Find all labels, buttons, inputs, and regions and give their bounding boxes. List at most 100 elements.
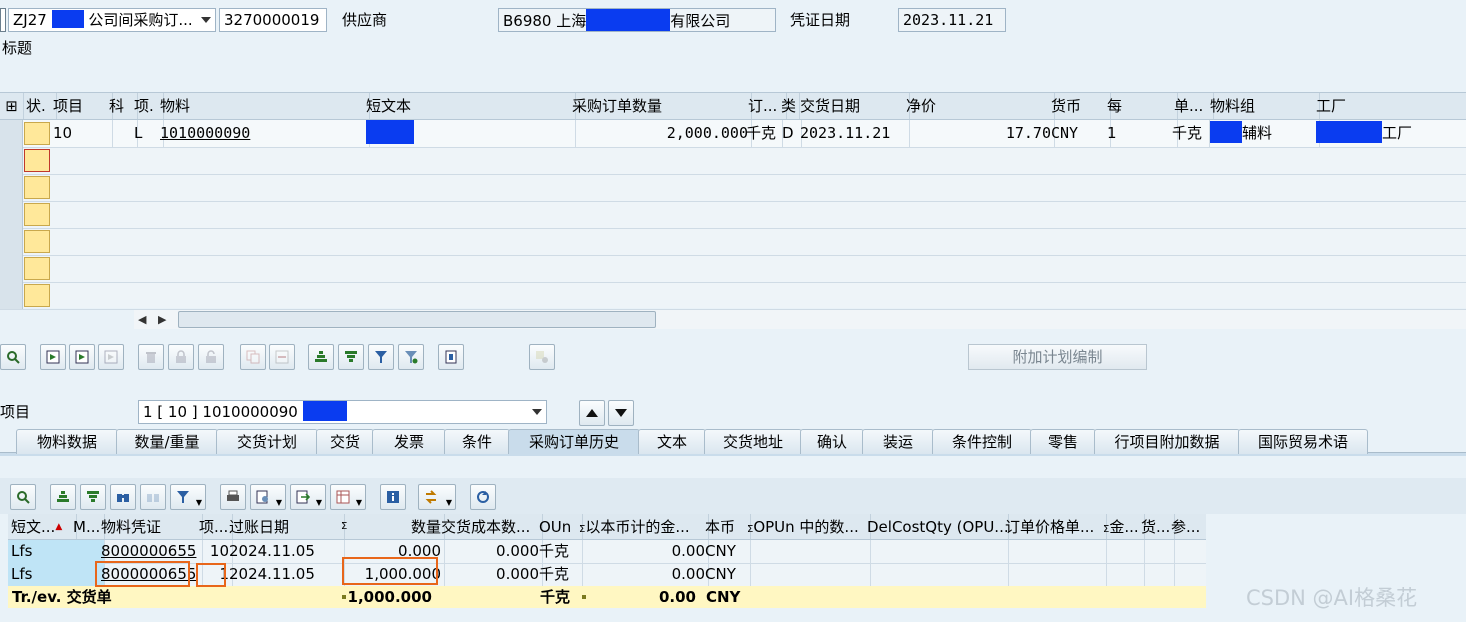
- hcol-mat-doc[interactable]: 物料凭证: [98, 514, 203, 539]
- tab-po-history[interactable]: 采购订单历史: [508, 429, 640, 454]
- cell-unit[interactable]: 千克: [745, 120, 783, 147]
- history-layout-button[interactable]: ▼: [330, 484, 366, 510]
- table-row[interactable]: [0, 255, 1466, 283]
- extra-schedule-button[interactable]: 附加计划编制: [968, 344, 1147, 370]
- cell-delivery-date[interactable]: 2023.11.21: [797, 120, 910, 147]
- status-field[interactable]: [24, 284, 50, 307]
- hcell-short[interactable]: Lfs: [8, 563, 77, 586]
- row-selector[interactable]: [0, 282, 23, 309]
- cell-item[interactable]: 10: [50, 120, 113, 147]
- mat-doc-link[interactable]: 8000000655: [101, 542, 196, 560]
- next-item-button[interactable]: [608, 400, 634, 426]
- tab-invoice[interactable]: 发票: [372, 429, 446, 454]
- doc-date-field[interactable]: 2023.11.21: [898, 8, 1006, 32]
- history-find-next-button[interactable]: [140, 484, 166, 510]
- cell-plant[interactable]: 工厂: [1313, 120, 1466, 147]
- history-export-button[interactable]: ▼: [290, 484, 326, 510]
- hcol-opun-qty[interactable]: ΣOPUn 中的数...: [744, 514, 871, 539]
- tab-shipping[interactable]: 装运: [862, 429, 934, 454]
- history-refresh-button[interactable]: [470, 484, 496, 510]
- lock-button[interactable]: [168, 344, 194, 370]
- col-per[interactable]: 每: [1104, 93, 1178, 119]
- col-delivery-date[interactable]: 交货日期: [797, 93, 910, 119]
- cell-mat-group[interactable]: 辅料: [1207, 120, 1320, 147]
- table-row[interactable]: [0, 228, 1466, 256]
- tab-qty-weight[interactable]: 数量/重量: [116, 429, 218, 454]
- copy-button[interactable]: [240, 344, 266, 370]
- hcell-ref[interactable]: [1168, 540, 1212, 563]
- row-selector[interactable]: [0, 174, 23, 201]
- status-field[interactable]: [24, 257, 50, 280]
- cell-per[interactable]: 1: [1104, 120, 1178, 147]
- row-selector[interactable]: [0, 147, 23, 174]
- col-net-price[interactable]: 净价: [903, 93, 1055, 119]
- select-block-button[interactable]: [69, 344, 95, 370]
- items-horizontal-scrollbar[interactable]: ◀ ▶: [134, 309, 1466, 329]
- hcol-ref[interactable]: 参...: [1168, 514, 1212, 539]
- tab-condition-control[interactable]: 条件控制: [932, 429, 1032, 454]
- tab-confirmation[interactable]: 确认: [800, 429, 864, 454]
- hcol-del-cost[interactable]: 交货成本数...: [438, 514, 543, 539]
- material-link[interactable]: 1010000090: [160, 124, 250, 142]
- hcell-opun-qty[interactable]: [744, 563, 871, 586]
- hcell-post-date[interactable]: 2024.11.05: [226, 540, 345, 563]
- cell-net-price[interactable]: 17.70: [903, 120, 1055, 147]
- insert-button[interactable]: [269, 344, 295, 370]
- row-selector[interactable]: [0, 255, 23, 282]
- select-all-button[interactable]: [40, 344, 66, 370]
- hcol-post-date[interactable]: 过账日期: [226, 514, 345, 539]
- hcell-amount[interactable]: 0.00: [576, 540, 709, 563]
- history-info-button[interactable]: [380, 484, 406, 510]
- cell-order-unit[interactable]: 千克: [1171, 120, 1210, 147]
- history-currency-button[interactable]: ▼: [418, 484, 456, 510]
- history-find-button[interactable]: [110, 484, 136, 510]
- filter-settings-button[interactable]: [398, 344, 424, 370]
- row-selector[interactable]: [0, 228, 23, 255]
- row-selector[interactable]: [0, 201, 23, 228]
- item-detail-button[interactable]: [0, 344, 26, 370]
- scroll-right-icon[interactable]: ▶: [158, 313, 166, 326]
- col-mat-group[interactable]: 物料组: [1207, 93, 1320, 119]
- deselect-button[interactable]: [98, 344, 124, 370]
- col-plant[interactable]: 工厂: [1313, 93, 1466, 119]
- row-selector[interactable]: [0, 120, 23, 147]
- vendor-field[interactable]: B6980 上海 有限公司: [498, 8, 776, 32]
- hcell-post-date[interactable]: 2024.11.05: [226, 563, 345, 586]
- hcol-qty[interactable]: Σ 数量: [338, 514, 445, 539]
- col-material[interactable]: 物料: [157, 93, 370, 119]
- history-detail-button[interactable]: [10, 484, 36, 510]
- item-selector-dropdown[interactable]: 1 [ 10 ] 1010000090: [138, 400, 547, 424]
- status-field[interactable]: [24, 122, 50, 145]
- tab-item-additional-data[interactable]: 行项目附加数据: [1094, 429, 1240, 454]
- tab-conditions[interactable]: 条件: [444, 429, 510, 454]
- cell-short-text[interactable]: [363, 120, 576, 147]
- col-currency[interactable]: 货币: [1048, 93, 1111, 119]
- hcell-order-price-unit[interactable]: [1002, 563, 1107, 586]
- history-print-button[interactable]: [220, 484, 246, 510]
- status-field[interactable]: [24, 149, 50, 172]
- unlock-button[interactable]: [198, 344, 224, 370]
- sort-asc-button[interactable]: [308, 344, 334, 370]
- tab-incoterms[interactable]: 国际贸易术语: [1238, 429, 1368, 454]
- scroll-left-icon[interactable]: ◀: [138, 313, 146, 326]
- services-button[interactable]: [529, 344, 555, 370]
- tab-retail[interactable]: 零售: [1030, 429, 1096, 454]
- cell-qty[interactable]: 2,000.000: [569, 120, 752, 147]
- table-row[interactable]: [0, 174, 1466, 202]
- table-row[interactable]: [0, 282, 1466, 310]
- delete-button[interactable]: [138, 344, 164, 370]
- status-field[interactable]: [24, 230, 50, 253]
- document-button[interactable]: [438, 344, 464, 370]
- previous-item-button[interactable]: [579, 400, 605, 426]
- status-field[interactable]: [24, 203, 50, 226]
- table-row[interactable]: 10 L 1010000090 2,000.000 千克 D 2023.11.2…: [0, 120, 1466, 148]
- status-field[interactable]: [24, 176, 50, 199]
- hcell-mat-doc[interactable]: 8000000655: [98, 540, 203, 563]
- hcol-delcostqty[interactable]: DelCostQty (OPU...: [864, 514, 1009, 539]
- tab-material-data[interactable]: 物料数据: [16, 429, 118, 454]
- tab-delivery[interactable]: 交货: [316, 429, 374, 454]
- tab-delivery-address[interactable]: 交货地址: [704, 429, 802, 454]
- hcell-amount[interactable]: 0.00: [576, 563, 709, 586]
- doc-type-dropdown[interactable]: ZJ27 公司间采购订...: [8, 8, 216, 32]
- hcell-del-cost[interactable]: 0.000: [438, 540, 543, 563]
